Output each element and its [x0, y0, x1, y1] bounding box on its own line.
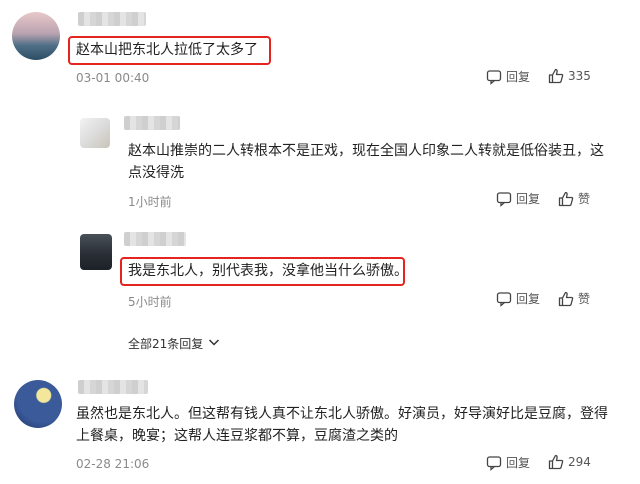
reply-button[interactable]: 回复	[486, 68, 530, 85]
avatar[interactable]	[80, 234, 112, 270]
like-label: 赞	[578, 192, 591, 206]
comment-text: 点没得洗	[128, 165, 184, 181]
reply-icon	[496, 191, 512, 207]
comment-time: 5小时前	[128, 295, 172, 309]
reply-label: 回复	[506, 70, 531, 84]
avatar[interactable]	[12, 12, 60, 60]
avatar[interactable]	[14, 380, 62, 428]
thumbs-up-icon	[548, 454, 564, 470]
reply-icon	[486, 455, 502, 471]
reply-button[interactable]: 回复	[496, 290, 540, 307]
chevron-down-icon	[207, 335, 221, 352]
view-all-replies-button[interactable]: 全部21条回复	[128, 335, 221, 352]
reply-button[interactable]: 回复	[486, 454, 530, 471]
username[interactable]	[78, 12, 146, 26]
comment-text: 虽然也是东北人。但这帮有钱人真不让东北人骄傲。好演员，好导演好比是豆腐，登得	[76, 406, 608, 422]
username[interactable]	[124, 232, 186, 246]
thumbs-up-icon	[558, 191, 574, 207]
reply-icon	[496, 291, 512, 307]
reply-label: 回复	[506, 456, 531, 470]
comment-text: 赵本山把东北人拉低了太多了	[76, 42, 258, 58]
comment-text: 上餐桌，晚宴；这帮人连豆浆都不算，豆腐渣之类的	[76, 428, 398, 444]
like-button[interactable]: 赞	[558, 290, 590, 307]
comment-time: 02-28 21:06	[76, 457, 150, 471]
reply-label: 回复	[516, 192, 541, 206]
reply-icon	[486, 69, 502, 85]
like-button[interactable]: 335	[548, 68, 591, 84]
like-count: 335	[568, 69, 591, 83]
avatar[interactable]	[80, 118, 110, 148]
view-all-replies-label: 全部21条回复	[128, 337, 204, 351]
like-label: 赞	[578, 292, 591, 306]
reply-button[interactable]: 回复	[496, 190, 540, 207]
like-button[interactable]: 294	[548, 454, 591, 470]
thumbs-up-icon	[558, 291, 574, 307]
comment-time: 1小时前	[128, 195, 172, 209]
thumbs-up-icon	[548, 68, 564, 84]
like-button[interactable]: 赞	[558, 190, 590, 207]
reply-label: 回复	[516, 292, 541, 306]
comment-text: 我是东北人，别代表我，没拿他当什么骄傲。	[128, 263, 408, 279]
username[interactable]	[78, 380, 148, 394]
like-count: 294	[568, 455, 591, 469]
comment-time: 03-01 00:40	[76, 71, 150, 85]
username[interactable]	[124, 116, 180, 130]
comment-text: 赵本山推崇的二人转根本不是正戏，现在全国人印象二人转就是低俗装丑，这	[128, 143, 604, 159]
